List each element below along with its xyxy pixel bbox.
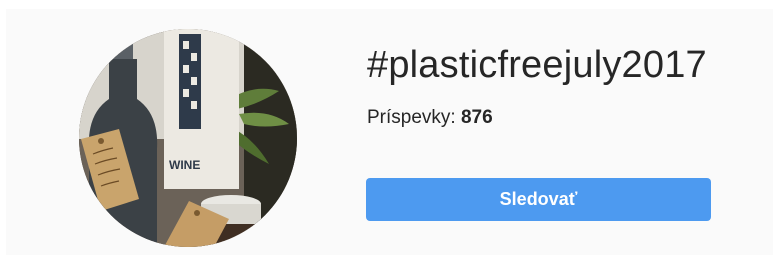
hashtag-avatar-photo: WINE bbox=[79, 29, 297, 247]
hashtag-title: #plasticfreejuly2017 bbox=[367, 44, 707, 86]
hashtag-header-card: WINE #plasticfreejuly2017 Príspevky: 876… bbox=[6, 9, 773, 255]
posts-count-line: Príspevky: 876 bbox=[367, 107, 493, 129]
avatar-image: WINE bbox=[79, 29, 297, 247]
posts-label: Príspevky: bbox=[367, 107, 456, 128]
follow-button[interactable]: Sledovať bbox=[366, 178, 711, 221]
posts-count: 876 bbox=[460, 107, 493, 128]
wine-label-text: WINE bbox=[169, 158, 200, 172]
